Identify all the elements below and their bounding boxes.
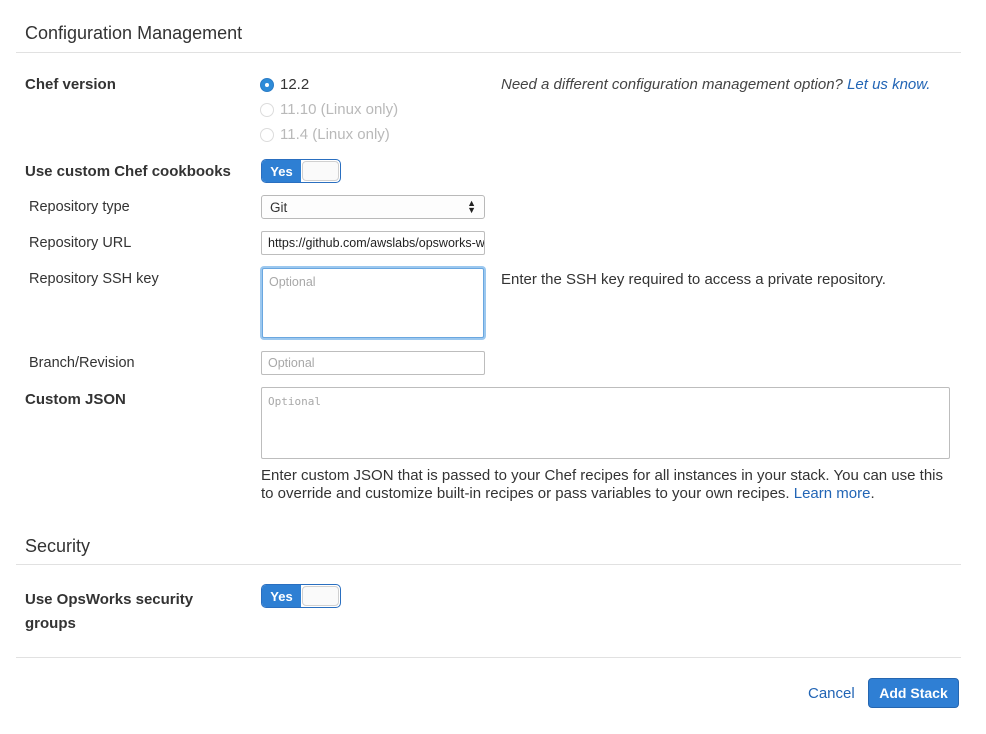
config-divider xyxy=(16,52,961,53)
config-option-hint-text: Need a different configuration managemen… xyxy=(501,76,848,93)
toggle-yes-label: Yes xyxy=(262,160,301,182)
ssh-key-placeholder: Optional xyxy=(269,275,316,289)
opsworks-groups-label-line1: Use OpsWorks security xyxy=(25,591,194,608)
custom-json-placeholder: Optional xyxy=(268,395,321,408)
custom-json-help-end: . xyxy=(870,485,875,502)
custom-json-textarea[interactable]: Optional xyxy=(261,387,950,459)
custom-cookbooks-toggle[interactable]: Yes xyxy=(261,159,341,183)
toggle-knob xyxy=(301,586,339,606)
repository-ssh-key-textarea[interactable]: Optional xyxy=(262,268,484,338)
ssh-key-help-text: Enter the SSH key required to access a p… xyxy=(501,271,886,288)
opsworks-groups-toggle[interactable]: Yes xyxy=(261,584,341,608)
add-stack-button[interactable]: Add Stack xyxy=(868,678,959,708)
opsworks-groups-label: Use OpsWorks security groups xyxy=(25,588,193,636)
custom-cookbooks-label: Use custom Chef cookbooks xyxy=(25,163,231,180)
toggle-yes-label: Yes xyxy=(262,585,301,607)
security-section-title: Security xyxy=(25,536,91,556)
repository-type-value: Git xyxy=(270,199,288,215)
repository-ssh-key-label: Repository SSH key xyxy=(29,271,159,287)
footer-divider xyxy=(16,657,961,658)
config-option-hint: Need a different configuration managemen… xyxy=(501,76,930,93)
repository-type-select[interactable]: Git ▲ ▼ xyxy=(261,195,485,219)
chef-version-option-11-4: 11.4 (Linux only) xyxy=(260,126,390,143)
chef-version-option-label: 12.2 xyxy=(280,76,310,93)
chef-version-label: Chef version xyxy=(25,76,116,93)
branch-revision-input[interactable]: Optional xyxy=(261,351,485,375)
config-section-title: Configuration Management xyxy=(25,23,243,43)
radio-checked-icon[interactable] xyxy=(260,77,274,92)
custom-json-help: Enter custom JSON that is passed to your… xyxy=(261,467,961,503)
select-arrows-icon: ▲ ▼ xyxy=(467,198,476,215)
security-divider xyxy=(16,564,961,565)
custom-json-help-line2: to override and customize built-in recip… xyxy=(261,485,794,502)
repository-url-label: Repository URL xyxy=(29,235,132,251)
custom-json-label: Custom JSON xyxy=(25,391,126,408)
let-us-know-link[interactable]: Let us know. xyxy=(847,76,930,93)
opsworks-groups-label-line2: groups xyxy=(25,615,76,632)
radio-unchecked-icon xyxy=(260,127,274,142)
custom-json-help-line2-wrap: to override and customize built-in recip… xyxy=(261,485,961,503)
branch-revision-placeholder: Optional xyxy=(268,356,315,370)
chef-version-option-label: 11.4 (Linux only) xyxy=(280,126,390,143)
branch-revision-label: Branch/Revision xyxy=(29,355,135,371)
radio-unchecked-icon xyxy=(260,102,274,117)
repository-url-input[interactable]: https://github.com/awslabs/opsworks-wind… xyxy=(261,231,485,255)
repository-type-label: Repository type xyxy=(29,199,130,215)
chef-version-option-12-2[interactable]: 12.2 xyxy=(260,76,309,93)
cancel-link[interactable]: Cancel xyxy=(808,685,855,702)
toggle-knob xyxy=(301,161,339,181)
learn-more-link[interactable]: Learn more xyxy=(794,485,871,502)
custom-json-help-line1: Enter custom JSON that is passed to your… xyxy=(261,467,944,484)
chef-version-option-11-10: 11.10 (Linux only) xyxy=(260,101,398,118)
chef-version-option-label: 11.10 (Linux only) xyxy=(280,101,399,118)
